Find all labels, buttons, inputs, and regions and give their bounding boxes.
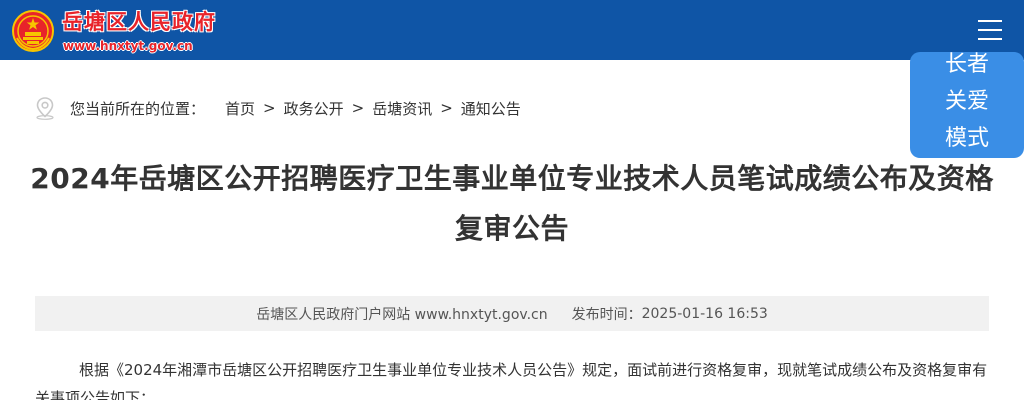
menu-line bbox=[978, 29, 1002, 31]
elder-mode-line-3: 模式 bbox=[944, 126, 989, 151]
site-name[interactable]: 岳塘区人民政府 bbox=[62, 9, 216, 35]
elder-mode-line-2: 关爱 bbox=[944, 89, 989, 114]
publish-label: 发布时间： bbox=[571, 306, 642, 323]
location-pin-icon bbox=[36, 97, 54, 120]
breadcrumb-gov-affairs[interactable]: 政务公开 bbox=[284, 98, 344, 119]
breadcrumb-news[interactable]: 岳塘资讯 bbox=[372, 98, 432, 119]
breadcrumb-prefix: 您当前所在的位置： bbox=[70, 99, 206, 118]
national-emblem-icon[interactable] bbox=[12, 10, 54, 52]
site-header: 岳塘区人民政府 www.hnxtyt.gov.cn bbox=[0, 0, 1024, 60]
article-title: 2024年岳塘区公开招聘医疗卫生事业单位专业技术人员笔试成绩公布及资格复审公告 bbox=[30, 162, 994, 245]
breadcrumb-notices[interactable]: 通知公告 bbox=[461, 98, 521, 119]
elder-care-mode-button[interactable]: 长者 关爱 模式 bbox=[910, 52, 1024, 158]
article-body: 根据《2024年湘潭市岳塘区公开招聘医疗卫生事业单位专业技术人员公告》规定，面试… bbox=[35, 361, 988, 400]
hamburger-menu-icon[interactable] bbox=[976, 17, 1006, 43]
menu-line bbox=[978, 20, 1002, 22]
menu-line bbox=[978, 38, 1002, 40]
article-source: 岳塘区人民政府门户网站 www.hnxtyt.gov.cn bbox=[256, 306, 548, 323]
breadcrumb-separator: > bbox=[351, 99, 365, 117]
publish-time: 2025-01-16 16:53 bbox=[641, 305, 768, 322]
breadcrumb-home[interactable]: 首页 bbox=[225, 98, 255, 119]
breadcrumb-separator: > bbox=[263, 99, 276, 117]
article-meta-bar: 岳塘区人民政府门户网站 www.hnxtyt.gov.cn 发布时间： 2025… bbox=[35, 296, 989, 331]
breadcrumb-separator: > bbox=[440, 99, 453, 117]
site-url[interactable]: www.hnxtyt.gov.cn bbox=[63, 38, 193, 54]
breadcrumb: 您当前所在的位置： 首页 > 政务公开 > 岳塘资讯 > 通知公告 bbox=[34, 94, 521, 122]
elder-mode-line-1: 长者 bbox=[944, 52, 989, 77]
